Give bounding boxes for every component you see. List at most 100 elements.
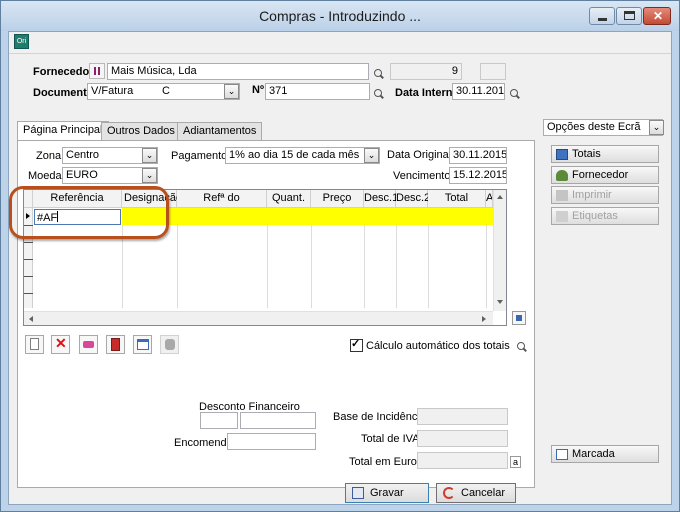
grid-settings-icon <box>516 315 522 321</box>
desconto-percent-field[interactable] <box>200 412 238 429</box>
undo-icon <box>443 487 455 499</box>
vencimento-label: Vencimento <box>393 170 451 182</box>
gravar-button[interactable]: Gravar <box>345 483 429 503</box>
fornecedor-lookup-button[interactable] <box>89 63 105 79</box>
fornecedor-label: Fornecedor <box>33 66 94 78</box>
chevron-down-icon: ⌄ <box>145 150 154 160</box>
calculator-button[interactable] <box>106 335 125 354</box>
zona-dropdown-button[interactable]: ⌄ <box>142 148 157 163</box>
marcada-label: Marcada <box>572 448 615 460</box>
column-header-ref-fornecedor[interactable]: Refª do fornecedor <box>177 190 267 221</box>
opcoes-dropdown-button[interactable]: ⌄ <box>649 120 664 135</box>
scroll-down-icon[interactable] <box>497 300 503 304</box>
app-window: Compras - Introduzindo ... ✕ Ori Fornece… <box>0 0 680 512</box>
scroll-left-icon[interactable] <box>29 316 33 322</box>
fornecedor-button-label: Fornecedor <box>572 169 629 181</box>
documento-select[interactable]: V/Fatura C <box>87 83 240 100</box>
column-header-preco[interactable]: Preço <box>311 190 364 208</box>
calculo-automatico-label: Cálculo automático dos totais <box>366 340 510 352</box>
close-icon: ✕ <box>653 9 664 23</box>
eraser-button[interactable] <box>79 335 98 354</box>
opcoes-ecra-select[interactable]: Opções deste Ecrã <box>543 119 663 136</box>
scroll-up-icon[interactable] <box>497 195 503 199</box>
row-header-line <box>24 293 33 294</box>
delete-line-button[interactable]: ✕ <box>51 335 70 354</box>
moeda-dropdown-button[interactable]: ⌄ <box>142 168 157 183</box>
annotation-highlight <box>9 186 169 239</box>
pagamento-dropdown-button[interactable]: ⌄ <box>364 148 379 163</box>
moeda-label: Moeda <box>28 170 62 182</box>
fornecedor-extra-field <box>480 63 506 80</box>
column-header-desc2[interactable]: Desc.2 <box>396 190 430 208</box>
column-header-total[interactable]: Total <box>428 190 486 208</box>
desconto-value-field[interactable] <box>240 412 316 429</box>
cancelar-label: Cancelar <box>461 487 506 499</box>
marcada-button[interactable]: Marcada <box>551 445 659 463</box>
fornecedor-search-icon[interactable] <box>373 68 385 80</box>
new-line-button[interactable] <box>25 335 44 354</box>
totals-icon <box>556 149 568 160</box>
chevron-down-icon: ⌄ <box>652 122 661 132</box>
new-document-icon <box>30 338 39 350</box>
row-header-line <box>24 259 33 260</box>
total-euros-suffix-button[interactable]: a <box>510 456 521 468</box>
total-iva-label: Total de IVA <box>361 433 420 445</box>
documento-series: C <box>162 85 170 97</box>
maximize-button[interactable] <box>616 7 642 25</box>
cancelar-button[interactable]: Cancelar <box>436 483 516 503</box>
imprimir-button: Imprimir <box>551 186 659 204</box>
data-interna-field[interactable]: 30.11.2015 <box>452 83 505 100</box>
app-logo-icon: Ori <box>14 34 29 49</box>
fornecedor-field[interactable]: Mais Música, Lda <box>107 63 369 80</box>
row-header-line <box>24 276 33 277</box>
data-interna-label: Data Interna <box>395 87 459 99</box>
base-incidencia-label: Base de Incidência <box>333 411 426 423</box>
calculator-icon <box>111 338 120 351</box>
table-row[interactable] <box>122 208 493 225</box>
calculo-search-icon[interactable] <box>516 341 528 353</box>
grid-settings-button[interactable] <box>512 311 526 325</box>
calculo-automatico-checkbox[interactable]: ✓ <box>350 338 363 352</box>
documento-dropdown-button[interactable]: ⌄ <box>224 84 239 99</box>
column-header-extra[interactable]: A <box>486 190 493 208</box>
documento-value: V/Fatura <box>91 85 134 97</box>
chevron-down-icon: ⌄ <box>367 150 376 160</box>
total-euros-field <box>417 452 508 469</box>
chevron-down-icon: ⌄ <box>145 170 154 180</box>
fornecedor-button[interactable]: Fornecedor <box>551 166 659 184</box>
scroll-right-icon[interactable] <box>482 316 486 322</box>
pagamento-select[interactable]: 1% ao dia 15 de cada mês <box>225 147 380 164</box>
form-area: Ori Fornecedor Mais Música, Lda 9 Docume… <box>8 31 672 505</box>
bookmark-icon <box>556 449 568 460</box>
data-original-field[interactable]: 30.11.2015 <box>449 147 507 164</box>
grid-vertical-scrollbar[interactable] <box>493 190 506 311</box>
chevron-down-icon: ⌄ <box>227 86 236 96</box>
column-header-quant[interactable]: Quant. <box>267 190 311 208</box>
printer-icon <box>556 190 568 201</box>
extra-tool-button <box>160 335 179 354</box>
imprimir-label: Imprimir <box>572 189 612 201</box>
pagamento-label: Pagamento <box>171 150 228 162</box>
totais-label: Totais <box>572 148 601 160</box>
minimize-button[interactable] <box>589 7 615 25</box>
toolbar-divider <box>9 53 671 54</box>
grid-horizontal-scrollbar[interactable] <box>24 311 493 325</box>
save-icon <box>352 487 364 499</box>
list-icon <box>94 67 100 75</box>
numero-search-icon[interactable] <box>373 88 385 100</box>
tab-outros-dados[interactable]: Outros Dados <box>101 122 181 140</box>
close-button[interactable]: ✕ <box>643 7 671 25</box>
data-interna-calendar-icon[interactable] <box>509 88 521 100</box>
vencimento-field[interactable]: 15.12.2015 <box>449 167 507 184</box>
maximize-icon <box>624 11 635 20</box>
etiquetas-button: Etiquetas <box>551 207 659 225</box>
numero-label: Nº <box>252 84 264 96</box>
tab-pagina-principal[interactable]: Página Principal <box>17 121 109 141</box>
properties-button[interactable] <box>133 335 152 354</box>
encomenda-field[interactable] <box>227 433 316 450</box>
label-tag-icon <box>556 211 568 222</box>
column-header-desc1[interactable]: Desc.1 <box>364 190 398 208</box>
numero-field[interactable]: 371 <box>265 83 370 100</box>
totais-button[interactable]: Totais <box>551 145 659 163</box>
tab-adiantamentos[interactable]: Adiantamentos <box>177 122 263 140</box>
